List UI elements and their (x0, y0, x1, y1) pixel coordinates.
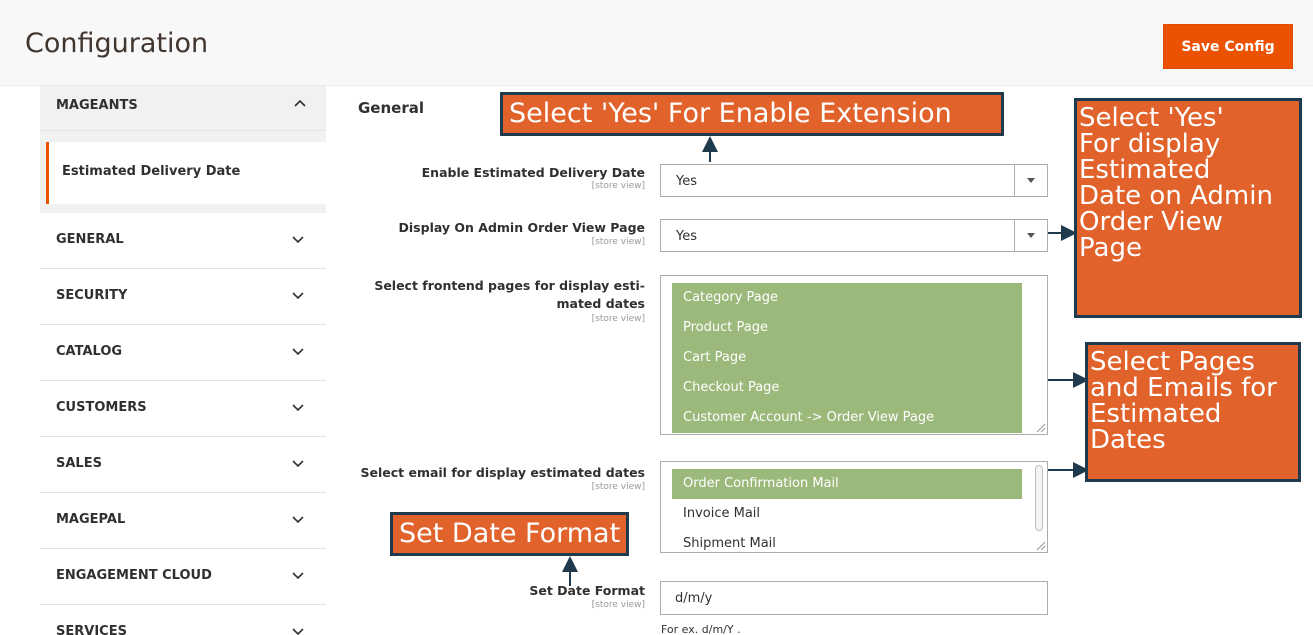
callout-enable-extension: Select 'Yes' For Enable Extension (500, 92, 1004, 136)
callout-date-format: Set Date Format (390, 512, 630, 556)
callout-pages-emails: Select Pages and Emails for Estimated Da… (1085, 342, 1301, 482)
callout-admin-view: Select 'Yes' For display Estimated Date … (1074, 98, 1302, 318)
